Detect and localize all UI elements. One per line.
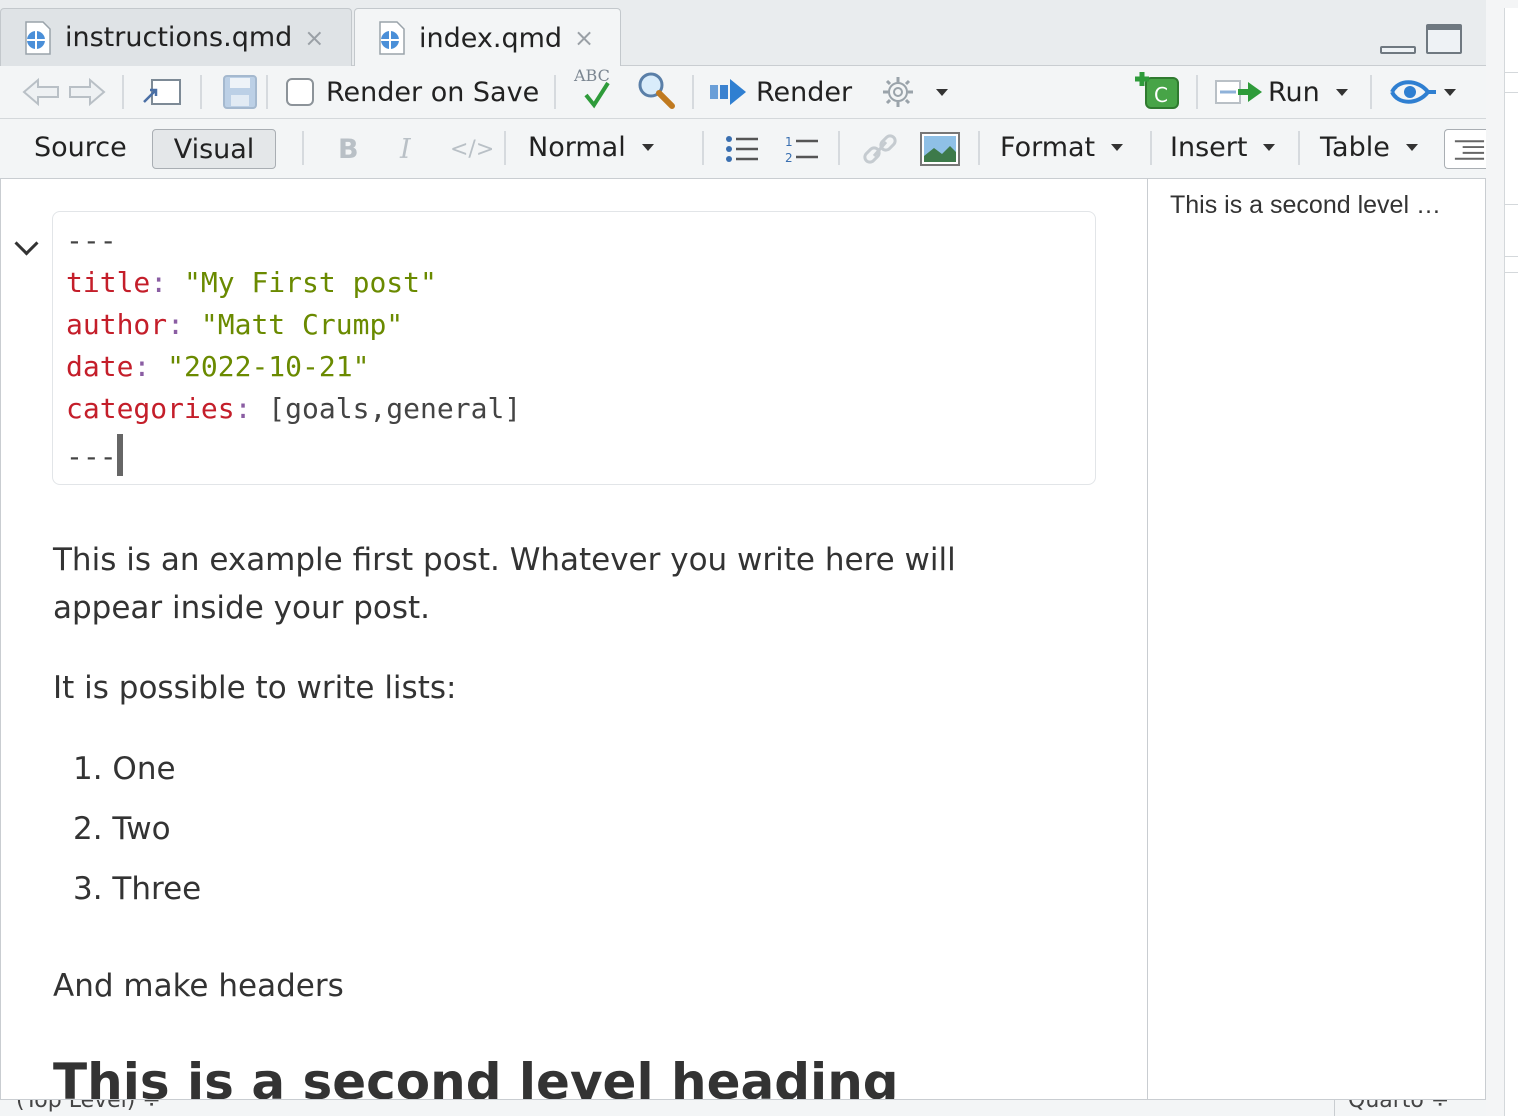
svg-text:ABC: ABC bbox=[573, 66, 610, 85]
paragraph-lists: It is possible to write lists: bbox=[53, 670, 457, 706]
svg-text:1: 1 bbox=[785, 135, 793, 149]
table-menu-label: Table bbox=[1320, 131, 1390, 163]
spellcheck-icon[interactable]: ABC bbox=[572, 66, 620, 109]
tab-instructions-qmd[interactable]: instructions.qmd × bbox=[0, 8, 352, 66]
gutter-divider bbox=[1504, 256, 1518, 257]
run-lines-icon bbox=[1215, 80, 1262, 104]
paragraph-headers: And make headers bbox=[53, 968, 344, 1004]
render-options-dropdown[interactable] bbox=[880, 72, 948, 112]
visual-mode-button[interactable]: Visual bbox=[152, 129, 276, 169]
list-item: 3. Three bbox=[73, 871, 202, 907]
link-icon[interactable] bbox=[862, 129, 898, 169]
document-outline: This is a second level … bbox=[1147, 179, 1485, 1099]
insert-chunk-button[interactable]: C bbox=[1134, 70, 1182, 110]
render-on-save-label: Render on Save bbox=[326, 76, 540, 108]
checkbox-box[interactable] bbox=[286, 78, 314, 106]
gutter-divider bbox=[1504, 204, 1518, 205]
show-in-window-icon[interactable] bbox=[142, 72, 182, 112]
text-cursor bbox=[116, 434, 123, 476]
block-style-label: Normal bbox=[528, 131, 626, 163]
list-item: 2. Two bbox=[73, 811, 171, 847]
table-menu[interactable]: Table bbox=[1320, 127, 1418, 167]
insert-menu[interactable]: Insert bbox=[1170, 127, 1276, 167]
yaml-title-line: title: "My First post" bbox=[66, 266, 437, 299]
render-on-save-checkbox[interactable]: Render on Save bbox=[286, 72, 539, 112]
add-code-chunk-icon: C bbox=[1135, 72, 1179, 109]
render-arrow-icon bbox=[710, 79, 746, 105]
bold-button[interactable]: B bbox=[338, 129, 359, 169]
yaml-categories-line: categories: [goals,general] bbox=[66, 392, 522, 425]
render-button[interactable]: Render bbox=[708, 72, 852, 112]
close-tab-icon[interactable]: × bbox=[304, 24, 324, 52]
tab-label: instructions.qmd bbox=[65, 22, 293, 53]
collapse-chevron-icon[interactable] bbox=[14, 231, 39, 256]
list-item: 1. One bbox=[73, 751, 176, 787]
italic-button[interactable]: I bbox=[400, 129, 411, 169]
numbered-list-icon[interactable]: 12 bbox=[784, 129, 820, 169]
quarto-file-icon bbox=[377, 21, 407, 55]
bullet-list-icon[interactable] bbox=[724, 129, 760, 169]
render-label: Render bbox=[756, 76, 853, 108]
tab-label: index.qmd bbox=[419, 22, 563, 54]
editor-toolbar: Render on Save ABC Render C Run bbox=[0, 66, 1486, 119]
adjacent-pane-edge bbox=[1504, 8, 1518, 1116]
yaml-open-delimiter: --- bbox=[66, 224, 117, 257]
code-button[interactable]: </> bbox=[450, 129, 494, 169]
status-bar: (Top Level) ÷ Quarto ÷ bbox=[0, 1099, 1486, 1116]
minimize-pane-button[interactable] bbox=[1380, 24, 1416, 54]
run-button[interactable]: Run bbox=[1214, 72, 1348, 112]
yaml-close-delimiter: --- bbox=[66, 434, 123, 476]
tab-index-qmd[interactable]: index.qmd × bbox=[354, 8, 621, 67]
svg-text:C: C bbox=[1154, 83, 1168, 107]
publish-dropdown[interactable] bbox=[1388, 72, 1456, 112]
source-mode-button[interactable]: Source bbox=[34, 127, 127, 167]
tab-bar: instructions.qmd × index.qmd × bbox=[0, 0, 1486, 67]
gutter-divider bbox=[1504, 92, 1518, 93]
visual-editor[interactable]: --- title: "My First post" author: "Matt… bbox=[0, 179, 1146, 1099]
close-tab-icon[interactable]: × bbox=[574, 24, 594, 52]
publish-icon bbox=[1390, 80, 1436, 104]
yaml-date-line: date: "2022-10-21" bbox=[66, 350, 370, 383]
outline-item[interactable]: This is a second level … bbox=[1170, 191, 1441, 220]
insert-image-icon[interactable] bbox=[920, 129, 960, 169]
file-type-selector[interactable]: Quarto ÷ bbox=[1348, 1100, 1449, 1113]
format-menu[interactable]: Format bbox=[1000, 127, 1124, 167]
paragraph-intro: This is an example first post. Whatever … bbox=[53, 542, 956, 626]
heading-level-2: This is a second level heading bbox=[53, 1053, 899, 1099]
scope-navigator[interactable]: (Top Level) ÷ bbox=[16, 1100, 161, 1113]
quarto-file-icon bbox=[23, 20, 53, 55]
yaml-front-matter[interactable]: --- title: "My First post" author: "Matt… bbox=[52, 211, 1096, 485]
save-icon[interactable] bbox=[222, 72, 258, 112]
yaml-author-line: author: "Matt Crump" bbox=[66, 308, 404, 341]
gear-icon bbox=[883, 77, 913, 107]
outline-toggle-icon[interactable] bbox=[1444, 129, 1486, 169]
block-style-dropdown[interactable]: Normal bbox=[528, 127, 654, 167]
find-replace-icon[interactable] bbox=[636, 70, 676, 110]
gutter-divider bbox=[1504, 72, 1518, 73]
run-label: Run bbox=[1268, 76, 1320, 108]
back-arrow-icon[interactable] bbox=[22, 72, 62, 112]
gutter-divider bbox=[1504, 272, 1518, 273]
insert-menu-label: Insert bbox=[1170, 131, 1248, 163]
svg-text:2: 2 bbox=[785, 151, 793, 164]
forward-arrow-icon[interactable] bbox=[66, 72, 106, 112]
format-menu-label: Format bbox=[1000, 131, 1096, 163]
maximize-pane-button[interactable] bbox=[1426, 24, 1462, 54]
